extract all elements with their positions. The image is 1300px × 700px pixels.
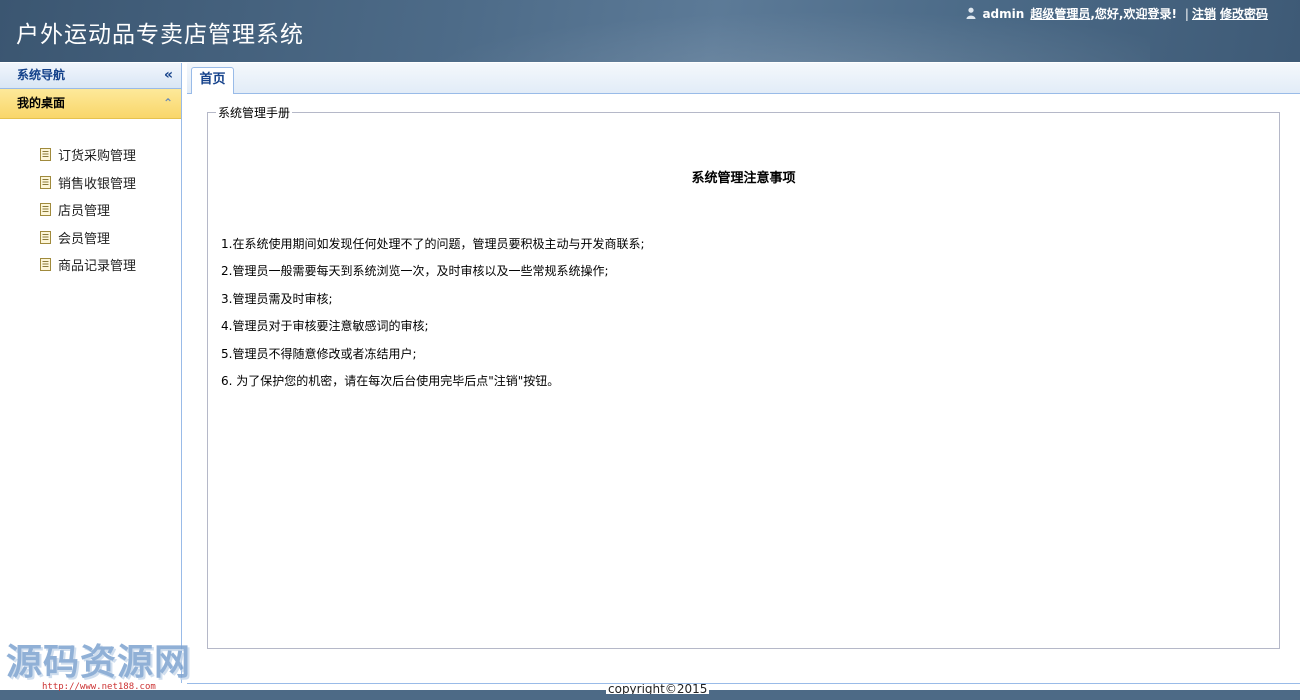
rule-item: 2.管理员一般需要每天到系统浏览一次，及时审核以及一些常规系统操作; — [221, 264, 609, 279]
document-icon — [40, 230, 51, 244]
sidebar-item-products[interactable]: 商品记录管理 — [40, 251, 136, 279]
desk-panel-header[interactable]: 我的桌面 ⌃ — [0, 89, 181, 119]
welcome-text: ,您好,欢迎登录! — [1090, 7, 1177, 21]
rules-list: 1.在系统使用期间如发现任何处理不了的问题，管理员要积极主动与开发商联系; 2.… — [221, 235, 645, 399]
document-icon — [40, 203, 51, 217]
chevron-up-icon[interactable]: ⌃ — [163, 89, 173, 118]
logout-link[interactable]: 注销 — [1192, 5, 1216, 22]
sidebar-item-label: 销售收银管理 — [58, 176, 137, 192]
notice-title: 系统管理注意事项 — [691, 171, 796, 186]
header-banner: 户外运动品专卖店管理系统 admin 超级管理员 ,您好,欢迎登录! | 注销 … — [0, 0, 1300, 62]
username: admin — [982, 6, 1025, 21]
document-icon — [40, 175, 51, 189]
document-icon — [40, 258, 51, 272]
nav-panel-header: 系统导航 « — [0, 63, 181, 89]
desk-title: 我的桌面 — [17, 96, 66, 110]
sidebar-menu: 订货采购管理 销售收银管理 店员管理 会员管理 商品记录管理 — [40, 141, 136, 279]
sidebar-item-purchase[interactable]: 订货采购管理 — [40, 141, 136, 169]
copyright-text: copyright©2015 — [606, 684, 710, 694]
separator: | — [1184, 6, 1189, 21]
user-icon — [966, 7, 976, 19]
change-password-link[interactable]: 修改密码 — [1220, 5, 1268, 22]
rule-item: 4.管理员对于审核要注意敏感词的审核; — [221, 319, 429, 334]
manual-legend: 系统管理手册 — [216, 104, 293, 121]
watermark-url: http://www.net188.com — [42, 682, 156, 692]
tab-home[interactable]: 首页 — [191, 67, 234, 95]
footer-divider — [187, 683, 1300, 684]
sidebar-item-label: 店员管理 — [58, 204, 111, 220]
user-role: 超级管理员 — [1030, 7, 1091, 21]
manual-fieldset: 系统管理手册 系统管理注意事项 1.在系统使用期间如发现任何处理不了的问题，管理… — [207, 104, 1280, 649]
rule-item: 6. 为了保护您的机密，请在每次后台使用完毕后点"注销"按钮。 — [221, 373, 560, 388]
sidebar-item-label: 订货采购管理 — [58, 149, 137, 165]
rule-item: 5.管理员不得随意修改或者冻结用户; — [221, 346, 417, 361]
tab-strip: 首页 — [187, 63, 1300, 95]
rule-item: 1.在系统使用期间如发现任何处理不了的问题，管理员要积极主动与开发商联系; — [221, 237, 645, 251]
document-icon — [40, 148, 51, 162]
app-title: 户外运动品专卖店管理系统 — [16, 22, 304, 48]
sidebar-item-label: 商品记录管理 — [58, 259, 137, 275]
nav-title: 系统导航 — [17, 68, 66, 82]
sidebar-item-members[interactable]: 会员管理 — [40, 224, 136, 252]
collapse-left-icon[interactable]: « — [164, 63, 173, 88]
rule-item: 3.管理员需及时审核; — [221, 291, 333, 306]
watermark-text: 源码资源网 — [6, 642, 192, 683]
sidebar-item-label: 会员管理 — [58, 231, 111, 247]
user-bar: admin 超级管理员 ,您好,欢迎登录! | 注销 修改密码 — [966, 5, 1272, 22]
main-content: 系统管理手册 系统管理注意事项 1.在系统使用期间如发现任何处理不了的问题，管理… — [187, 94, 1300, 683]
sidebar-item-sales[interactable]: 销售收银管理 — [40, 169, 136, 197]
sidebar-item-staff[interactable]: 店员管理 — [40, 196, 136, 224]
sidebar: 系统导航 « 我的桌面 ⌃ 订货采购管理 销售收银管理 店员管理 会员管理 商品… — [0, 63, 182, 683]
